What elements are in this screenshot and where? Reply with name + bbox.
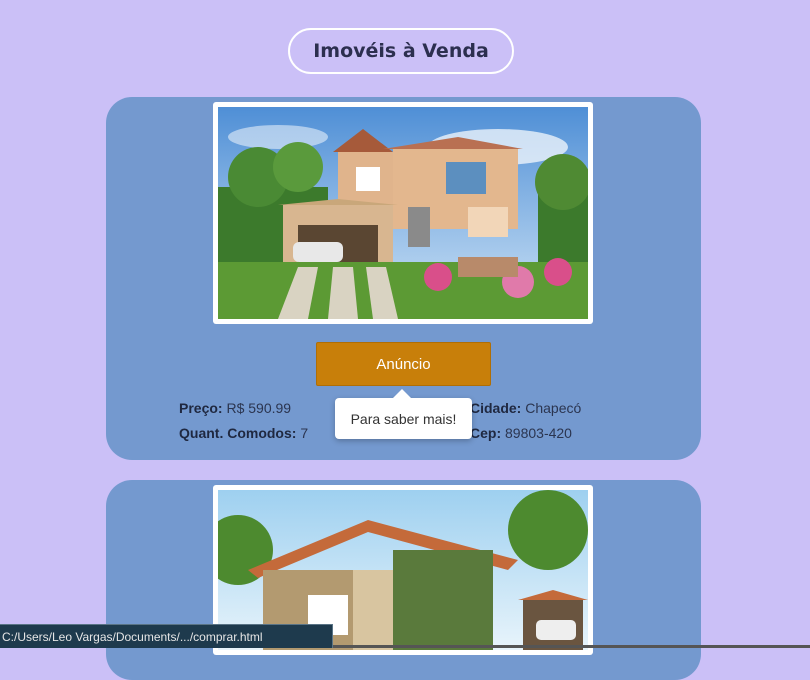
city-info: Cidade: Chapecó: [470, 400, 581, 416]
tooltip: Para saber mais!: [335, 389, 472, 439]
price-label: Preço:: [179, 400, 223, 416]
rooms-label: Quant. Comodos:: [179, 425, 297, 441]
cep-value: 89803-420: [505, 425, 572, 441]
status-bar-url: C:/Users/Leo Vargas/Documents/.../compra…: [0, 624, 333, 648]
house-image: [218, 107, 588, 319]
house-photo: [213, 102, 593, 324]
cep-label: Cep:: [470, 425, 502, 441]
listing-card: [106, 480, 701, 680]
city-label: Cidade:: [470, 400, 522, 416]
rooms-value: 7: [300, 425, 309, 441]
page-title: Imovéis à Venda: [288, 28, 514, 74]
price-info: Preço: R$ 590.99: [179, 400, 291, 416]
ad-button[interactable]: Anúncio: [316, 342, 491, 386]
price-value: R$ 590.99: [226, 400, 292, 416]
cep-info: Cep: 89803-420: [470, 425, 572, 441]
city-value: Chapecó: [525, 400, 582, 416]
rooms-info: Quant. Comodos: 7: [179, 425, 308, 441]
